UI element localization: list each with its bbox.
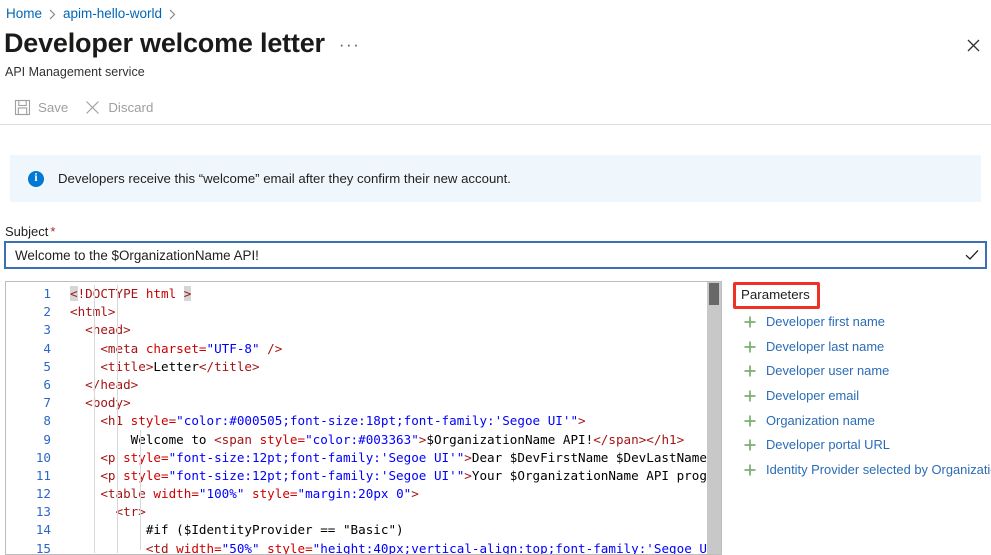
editor-line-number: 14 <box>35 522 51 538</box>
parameter-item-label: Developer user name <box>766 363 890 379</box>
subject-label: Subject * <box>5 223 55 240</box>
editor-line-number: 7 <box>43 395 51 411</box>
editor-code-line: #if ($IdentityProvider == "Basic") <box>70 522 404 538</box>
breadcrumb-item-home[interactable]: Home <box>6 5 42 23</box>
parameters-title: Parameters <box>733 282 820 309</box>
save-button-label: Save <box>38 99 69 115</box>
editor-line-number: 10 <box>35 449 51 465</box>
indent-guide <box>140 430 141 550</box>
editor-line-number: 1 <box>43 286 51 301</box>
parameters-panel: Parameters Developer first name Developer… <box>733 281 991 555</box>
subject-label-text: Subject <box>5 224 49 239</box>
discard-x-icon <box>84 99 101 116</box>
parameter-item[interactable]: Developer user name <box>743 359 991 384</box>
discard-button[interactable]: Discard <box>80 95 161 120</box>
plus-icon <box>743 414 757 428</box>
plus-icon <box>743 463 757 477</box>
parameter-item[interactable]: Identity Provider selected by Organizati… <box>743 458 991 483</box>
chevron-right-icon-2 <box>169 9 176 20</box>
editor-line-number: 4 <box>43 340 51 356</box>
page-title: Developer welcome letter <box>4 28 325 58</box>
plus-icon <box>743 315 757 329</box>
editor-vertical-scrollbar[interactable] <box>707 282 721 554</box>
parameter-item[interactable]: Developer email <box>743 384 991 409</box>
editor-line-number: 6 <box>43 376 51 392</box>
subject-input[interactable] <box>6 243 959 267</box>
info-banner-text: Developers receive this “welcome” email … <box>58 170 511 186</box>
editor-code-area[interactable]: <!DOCTYPE html > <html> <head> <meta char… <box>64 282 721 554</box>
info-icon: i <box>28 170 44 187</box>
editor-code-line: <head> <box>70 322 131 338</box>
editor-line-number: 13 <box>35 504 51 520</box>
save-button[interactable]: Save <box>10 95 76 120</box>
parameter-item-label: Developer email <box>766 388 860 404</box>
editor-code-lines: <!DOCTYPE html > <html> <head> <meta char… <box>70 285 721 554</box>
parameters-list: Developer first name Developer last name D… <box>743 310 991 482</box>
editor-code-line: <title>Letter</title> <box>70 358 260 374</box>
parameter-item[interactable]: Developer last name <box>743 335 991 360</box>
plus-icon <box>743 340 757 354</box>
editor-scrollbar-thumb[interactable] <box>709 283 719 305</box>
html-code-editor[interactable]: 1 2 3 4 5 6 7 8 9 10 11 12 13 14 15 <!DOCTYPE html > <h… <box>5 281 722 555</box>
azure-portal-blade: Home apim-hello-world Developer welcome … <box>0 0 991 555</box>
editor-code-line: <table width="100%" style="margin:20px 0… <box>70 486 419 502</box>
editor-line-number: 15 <box>35 540 51 555</box>
save-icon <box>14 99 31 116</box>
breadcrumb-item-resource[interactable]: apim-hello-world <box>63 5 162 23</box>
plus-icon <box>743 438 757 452</box>
parameter-item[interactable]: Organization name <box>743 408 991 433</box>
plus-icon <box>743 364 757 378</box>
breadcrumb: Home apim-hello-world <box>6 4 183 24</box>
parameter-item-label: Identity Provider selected by Organizati… <box>766 461 991 477</box>
editor-code-line: <p style="font-size:12pt;font-family:'Se… <box>70 449 721 465</box>
editor-line-number: 8 <box>43 413 51 429</box>
editor-line-number: 9 <box>43 431 51 447</box>
command-bar: Save Discard <box>0 90 991 124</box>
parameter-item-label: Developer last name <box>766 338 885 354</box>
discard-button-label: Discard <box>108 99 154 115</box>
validation-check-icon <box>959 243 985 267</box>
required-marker: * <box>50 224 56 239</box>
close-icon[interactable] <box>961 33 985 57</box>
editor-code-line: <!DOCTYPE html > <box>70 286 192 301</box>
title-row: Developer welcome letter ··· <box>4 26 360 60</box>
editor-code-line: <td width="50%" style="height:40px;verti… <box>70 540 721 554</box>
indent-guide <box>94 285 95 553</box>
editor-line-number-gutter: 1 2 3 4 5 6 7 8 9 10 11 12 13 14 15 <box>6 282 64 554</box>
parameter-item[interactable]: Developer first name <box>743 310 991 335</box>
plus-icon <box>743 389 757 403</box>
editor-code-line: <meta charset="UTF-8" /> <box>70 340 283 356</box>
parameter-item-label: Developer first name <box>766 314 885 330</box>
command-bar-divider <box>0 124 991 125</box>
editor-code-line: <body> <box>70 395 131 411</box>
editor-code-line: <html> <box>70 304 116 320</box>
more-options-button[interactable]: ··· <box>339 36 360 60</box>
indent-guide <box>117 285 118 553</box>
parameter-item-label: Organization name <box>766 412 875 428</box>
editor-line-number: 5 <box>43 358 51 374</box>
editor-code-line: </head> <box>70 376 139 392</box>
editor-code-line: <tr> <box>70 504 146 520</box>
editor-code-line: Welcome to <span style="color:#003363">$… <box>70 431 685 447</box>
editor-line-number: 3 <box>43 322 51 338</box>
subject-field[interactable] <box>4 241 987 269</box>
editor-line-number: 2 <box>43 304 51 320</box>
page-subtitle: API Management service <box>5 65 145 79</box>
editor-line-number: 11 <box>35 467 51 483</box>
parameter-item-label: Developer portal URL <box>766 437 890 453</box>
editor-code-line: <p style="font-size:12pt;font-family:'Se… <box>70 467 721 483</box>
parameter-item[interactable]: Developer portal URL <box>743 433 991 458</box>
editor-code-line: <h1 style="color:#000505;font-size:18pt;… <box>70 413 586 429</box>
editor-line-number: 12 <box>35 486 51 502</box>
info-banner: i Developers receive this “welcome” emai… <box>10 155 981 202</box>
chevron-right-icon <box>49 9 56 20</box>
